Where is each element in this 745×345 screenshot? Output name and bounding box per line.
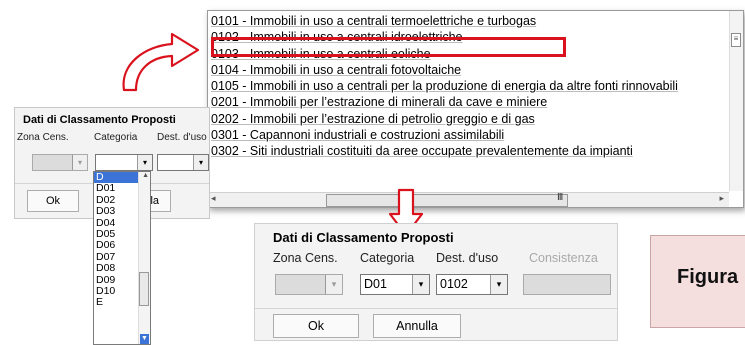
list-item[interactable]: 0202 - Immobili per l’estrazione di petr… xyxy=(208,111,729,127)
consistenza-field xyxy=(523,274,611,295)
annulla-button[interactable]: Annulla xyxy=(373,314,461,338)
zona-combo: ▾ xyxy=(32,154,88,171)
dropdown-scroll-thumb[interactable] xyxy=(139,272,149,306)
chevron-down-icon: ▾ xyxy=(72,155,87,170)
scroll-grip-icon: III xyxy=(557,192,563,203)
dest-combo[interactable]: 0102 ▾ xyxy=(436,274,508,295)
category-list: 0101 - Immobili in uso a centrali termoe… xyxy=(208,13,729,160)
dropdown-scrollbar[interactable]: ▲ ▼ xyxy=(138,172,150,344)
categoria-combo[interactable]: ▾ xyxy=(95,154,153,171)
list-item[interactable]: 0302 - Siti industriali costituiti da ar… xyxy=(208,143,729,159)
chevron-down-icon: ▾ xyxy=(325,275,342,294)
dest-label: Dest. d'uso xyxy=(436,251,499,265)
categoria-label: Categoria xyxy=(360,251,415,265)
chevron-down-icon[interactable]: ▾ xyxy=(412,275,429,294)
chevron-down-icon[interactable]: ▾ xyxy=(490,275,507,294)
scroll-right-icon[interactable]: ▸ xyxy=(719,193,724,204)
categoria-label: Categoria xyxy=(94,132,138,143)
list-item[interactable]: 0301 - Capannoni industriali e costruzio… xyxy=(208,127,729,143)
ok-button[interactable]: Ok xyxy=(273,314,359,338)
zona-label: Zona Cens. xyxy=(17,132,69,143)
form-title: Dati di Classamento Proposti xyxy=(273,230,454,245)
categoria-value: D01 xyxy=(364,277,387,291)
selection-highlight-box xyxy=(211,37,566,57)
categoria-dropdown-list: D D01 D02 D03 D04 D05 D06 D07 D08 D09 D1… xyxy=(93,171,151,345)
list-item[interactable]: 0101 - Immobili in uso a centrali termoe… xyxy=(208,13,729,29)
chevron-down-icon[interactable]: ▾ xyxy=(137,155,152,170)
vertical-scrollbar[interactable]: ≡ xyxy=(729,11,743,191)
categoria-combo[interactable]: D01 ▾ xyxy=(360,274,430,295)
figure-caption-box: Figura xyxy=(650,235,745,328)
horizontal-scrollbar[interactable]: ◂ III ▸ xyxy=(208,192,729,207)
dest-combo[interactable]: ▾ xyxy=(157,154,209,171)
divider xyxy=(255,308,617,309)
zona-label: Zona Cens. xyxy=(273,251,338,265)
curved-arrow-icon xyxy=(122,32,200,92)
dest-label: Dest. d'uso xyxy=(157,132,207,143)
list-item[interactable]: 0104 - Immobili in uso a centrali fotovo… xyxy=(208,62,729,78)
ok-button[interactable]: Ok xyxy=(27,190,79,212)
scroll-up-icon[interactable]: ▲ xyxy=(142,172,149,179)
figure-caption: Figura xyxy=(677,266,739,288)
category-list-window: 0101 - Immobili in uso a centrali termoe… xyxy=(207,10,744,208)
form-title: Dati di Classamento Proposti xyxy=(23,114,176,126)
list-item[interactable]: 0105 - Immobili in uso a centrali per la… xyxy=(208,78,729,94)
horizontal-scroll-thumb[interactable]: III xyxy=(326,192,568,207)
dest-value: 0102 xyxy=(440,277,468,291)
big-classamento-form: Dati di Classamento Proposti Zona Cens. … xyxy=(254,223,618,341)
consistenza-label: Consistenza xyxy=(529,251,598,265)
scroll-thumb[interactable]: ≡ xyxy=(731,33,741,47)
zona-combo: ▾ xyxy=(275,274,343,295)
scroll-left-icon[interactable]: ◂ xyxy=(211,193,216,204)
list-item[interactable]: 0201 - Immobili per l’estrazione di mine… xyxy=(208,94,729,110)
chevron-down-icon[interactable]: ▾ xyxy=(193,155,208,170)
